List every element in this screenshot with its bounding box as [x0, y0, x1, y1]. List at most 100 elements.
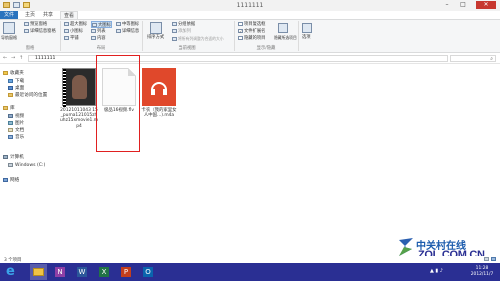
large-icons-view-icon[interactable]	[491, 257, 496, 261]
file-name: 卡农（我的家里女人中国...).m4a	[141, 108, 177, 119]
layout-details[interactable]: 详细信息	[116, 28, 139, 35]
network-icon	[3, 177, 8, 182]
large-icons-icon	[92, 22, 97, 27]
tab-view[interactable]: 查看	[60, 11, 79, 19]
checkbox-icon	[238, 21, 243, 26]
tab-file[interactable]: 文件	[0, 11, 18, 19]
outlook-icon[interactable]: O	[140, 264, 157, 280]
libraries-icon	[3, 105, 8, 110]
layout-small-icons[interactable]: 小图标	[64, 28, 83, 35]
details-pane-button[interactable]: 详细信息窗格	[24, 28, 56, 35]
file-item[interactable]: 卡农（我的家里女人中国...).m4a	[140, 68, 178, 152]
address-path: 1111111	[35, 56, 56, 61]
ie-icon[interactable]: e	[4, 264, 21, 280]
videos-icon	[8, 113, 13, 118]
small-icons-icon	[64, 28, 69, 33]
star-icon	[3, 70, 8, 75]
layout-extra-large-icons[interactable]: 超大图标	[64, 21, 87, 28]
navigation-pane-button[interactable]: 导航窗格	[1, 34, 17, 41]
address-input[interactable]: 1111111	[28, 55, 448, 62]
nav-recent-places[interactable]: 最近访问的位置	[8, 92, 47, 99]
group-by-button[interactable]: 分组依据	[172, 21, 195, 28]
nav-videos[interactable]: 视频	[8, 113, 24, 120]
file-name: 20121011043 15_puma121015zhuhz15xmovie1.…	[60, 108, 99, 129]
nav-downloads[interactable]: 下载	[8, 78, 24, 85]
file-item[interactable]: 20121011043 15_puma121015zhuhz15xmovie1.…	[60, 68, 98, 152]
zol-logo-icon	[398, 237, 414, 257]
nav-drive-c[interactable]: Windows (C:)	[8, 162, 45, 169]
documents-icon	[8, 127, 13, 132]
preview-pane-icon	[24, 21, 29, 26]
group-label-show-hide: 显示/隐藏	[256, 46, 276, 51]
hide-selected-button[interactable]: 隐藏所选项目	[274, 34, 297, 41]
navigation-pane-icon	[3, 22, 15, 34]
desktop-icon	[8, 85, 13, 90]
fit-columns-button[interactable]: 将所有列调整为合适的大小	[172, 35, 224, 42]
nav-computer[interactable]: 计算机	[3, 154, 24, 161]
excel-icon[interactable]: X	[96, 264, 113, 280]
group-label-current-view: 当前视图	[178, 46, 196, 51]
pictures-icon	[8, 120, 13, 125]
search-input[interactable]: ⌕	[450, 55, 496, 62]
music-icon	[8, 134, 13, 139]
forward-button[interactable]: →	[11, 56, 17, 61]
hide-selected-icon	[278, 23, 288, 33]
item-checkboxes-toggle[interactable]: 项目复选框	[238, 21, 265, 28]
tab-home[interactable]: 主页	[22, 11, 38, 19]
nav-network[interactable]: 网络	[3, 177, 19, 184]
options-icon	[302, 23, 312, 33]
music-tile	[142, 68, 176, 106]
layout-tiles[interactable]: 平铺	[64, 35, 79, 42]
nav-libraries[interactable]: 库	[3, 105, 15, 112]
clock-date: 2012/11/7	[470, 271, 494, 277]
details-view-icon[interactable]	[484, 257, 489, 261]
headphones-icon	[151, 82, 167, 95]
layout-medium-icons[interactable]: 中等图标	[116, 21, 139, 28]
medium-icons-icon	[116, 21, 121, 26]
film-strip-icon	[63, 69, 66, 107]
recent-places-icon	[8, 92, 13, 97]
powerpoint-icon[interactable]: P	[118, 264, 135, 280]
nav-favorites[interactable]: 收藏夹	[3, 70, 24, 77]
word-icon[interactable]: W	[74, 264, 91, 280]
group-label-layout: 布局	[96, 46, 106, 51]
group-label-panes: 窗格	[25, 46, 35, 51]
list-icon	[91, 28, 96, 33]
file-extensions-toggle[interactable]: ✓ 文件扩展名	[238, 28, 265, 35]
nav-desktop[interactable]: 桌面	[8, 85, 24, 92]
tray-icons[interactable]: ▲ ▮ ♪	[430, 268, 443, 274]
layout-list[interactable]: 列表	[91, 28, 106, 35]
back-button[interactable]: ←	[3, 56, 9, 61]
status-bar	[0, 256, 500, 263]
preview-pane-button[interactable]: 预览窗格	[24, 21, 47, 28]
hidden-items-toggle[interactable]: 隐藏的项目	[238, 35, 265, 42]
extra-large-icons-icon	[64, 21, 69, 26]
nav-music[interactable]: 音乐	[8, 134, 24, 141]
content-icon	[91, 35, 96, 40]
tab-share[interactable]: 共享	[40, 11, 56, 19]
clock[interactable]: 11:28 2012/11/7	[466, 266, 498, 277]
add-column-button[interactable]: 添加列	[172, 28, 191, 35]
minimize-button[interactable]: –	[440, 1, 454, 9]
nav-pictures[interactable]: 图片	[8, 120, 24, 127]
computer-icon	[3, 154, 8, 159]
downloads-icon	[8, 78, 13, 83]
video-thumbnail	[62, 68, 96, 107]
layout-content[interactable]: 内容	[91, 35, 106, 42]
sort-by-button[interactable]: 排序方式	[147, 34, 164, 41]
onenote-icon[interactable]: N	[52, 264, 69, 280]
nav-documents[interactable]: 文档	[8, 127, 24, 134]
explorer-icon[interactable]	[30, 264, 47, 280]
video-frame-figure	[72, 75, 87, 99]
layout-large-icons[interactable]: 大图标	[91, 21, 112, 28]
maximize-button[interactable]: □	[456, 1, 470, 9]
options-button[interactable]: 选项	[302, 34, 311, 41]
close-button[interactable]: ✕	[476, 1, 496, 9]
add-column-icon	[172, 28, 177, 33]
details-icon	[116, 28, 121, 33]
ribbon-separator	[298, 21, 299, 51]
drive-icon	[8, 162, 13, 167]
up-button[interactable]: ↑	[19, 56, 25, 61]
checked-checkbox-icon: ✓	[238, 28, 243, 34]
sort-icon	[150, 22, 162, 34]
